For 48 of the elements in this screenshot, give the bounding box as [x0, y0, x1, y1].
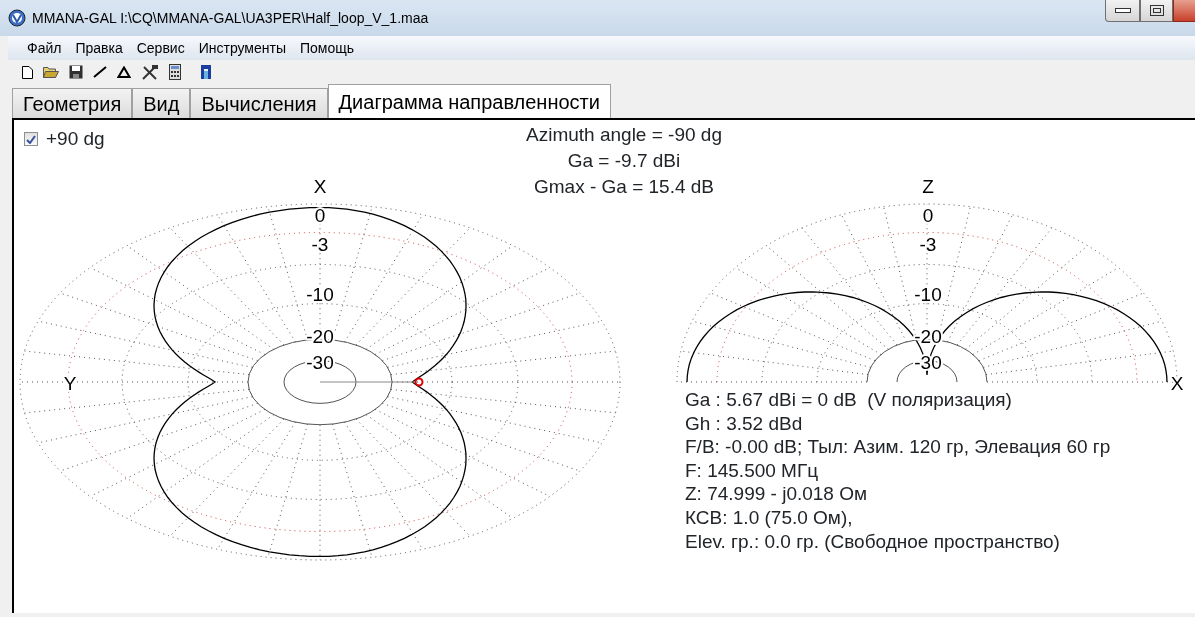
gain-info-line: Azimuth angle = -90 dg [525, 124, 723, 146]
menu-item[interactable]: Файл [20, 37, 69, 59]
checkbox-label: +90 dg [46, 128, 105, 150]
checkbox[interactable] [24, 132, 38, 146]
save-icon[interactable] [69, 65, 83, 79]
calculator-icon[interactable] [169, 64, 181, 80]
tower-icon[interactable] [199, 64, 213, 80]
tools-icon[interactable] [141, 64, 159, 80]
menu-item[interactable]: Помощь [292, 37, 362, 59]
maximize-icon [1149, 5, 1164, 16]
window-title: MMANA-GAL I:\CQ\MMANA-GAL\UA3PER\Half_loop_V_1.maa [32, 8, 429, 28]
gain-info-line: Ga = -9.7 dBi [566, 150, 682, 172]
tab[interactable]: Диаграмма направленности [327, 84, 611, 118]
ring-label: -3 [311, 234, 329, 255]
result-line: Z: 74.999 - j0.018 Ом [685, 482, 869, 506]
ring-label: 0 [314, 205, 326, 226]
gain-info-line: Gmax - Ga = 15.4 dB [532, 176, 716, 198]
minimize-icon [1114, 7, 1131, 14]
result-line: Gh : 3.52 dBd [685, 411, 804, 436]
result-line: КСВ: 1.0 (75.0 Ом), [685, 505, 854, 530]
close-button[interactable] [1173, 0, 1195, 22]
triangle-icon[interactable] [117, 66, 131, 78]
ring-label: -30 [306, 352, 334, 373]
axis-label: Z [922, 176, 934, 197]
axis-label: Y [63, 373, 77, 394]
menu-item[interactable]: Сервис [129, 37, 192, 59]
menu-item[interactable]: Инструменты [191, 37, 293, 59]
result-line: Elev. гр.: 0.0 гр. (Свободное пространство) [685, 529, 1061, 554]
maximize-button[interactable] [1140, 0, 1173, 22]
minimize-button[interactable] [1105, 0, 1140, 22]
axis-label: X [1170, 373, 1184, 394]
menu-item[interactable]: Правка [68, 37, 130, 59]
ring-label: 0 [922, 205, 934, 226]
app-logo-icon [8, 9, 26, 27]
marker-dot [414, 377, 424, 387]
ring-label: -10 [306, 284, 334, 305]
tab[interactable]: Вычисления [190, 88, 328, 118]
result-line: F: 145.500 МГц [685, 458, 820, 483]
tab[interactable]: Геометрия [12, 88, 133, 118]
tab[interactable]: Вид [132, 88, 191, 118]
result-line: Ga : 5.67 dBi = 0 dB (V поляризация) [685, 388, 1013, 412]
result-line: F/B: -0.00 dB; Тыл: Азим. 120 гр, Элевация 60 гр [685, 435, 1111, 459]
ring-label: -3 [919, 234, 937, 255]
new-file-icon[interactable] [22, 65, 33, 79]
line-icon[interactable] [93, 66, 107, 78]
axis-label: X [313, 176, 327, 197]
ring-label: -10 [914, 284, 942, 305]
folder-icon[interactable] [43, 66, 59, 78]
